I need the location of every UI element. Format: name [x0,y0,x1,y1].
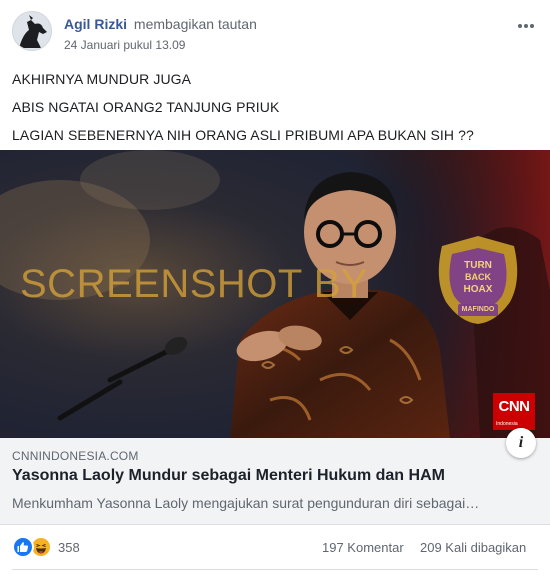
facebook-post: Agil Rizki membagikan tautan 24 Januari … [0,0,550,576]
info-icon: i [518,434,524,451]
like-icon [12,536,34,558]
more-options-button[interactable] [514,14,538,38]
post-header: Agil Rizki membagikan tautan 24 Januari … [0,0,550,62]
post-timestamp[interactable]: 24 Januari pukul 13.09 [64,38,185,52]
link-preview-card[interactable]: i CNNINDONESIA.COM Yasonna Laoly Mundur … [0,428,550,525]
author-name[interactable]: Agil Rizki [64,16,127,32]
reactions-bar: 358 197 Komentar 209 Kali dibagikan [0,532,550,564]
post-message-line: AKHIRNYA MUNDUR JUGA [12,71,192,87]
badge-top-text: TURN [464,260,492,271]
cnn-logo-text: CNN [498,398,531,415]
badge-middle-text: BACK [465,272,491,282]
post-message-line: ABIS NGATAI ORANG2 TANJUNG PRIUK [12,99,280,115]
avatar[interactable] [12,11,52,51]
reaction-icons[interactable] [12,536,58,558]
more-horizontal-icon [518,24,534,28]
cnn-logo-subtext: Indonesia [496,421,518,427]
author-action: membagikan tautan [133,16,257,32]
badge-bottom-text: HOAX [463,284,493,295]
post-message-line: LAGIAN SEBENERNYA NIH ORANG ASLI PRIBUMI… [12,127,474,143]
link-preview-image[interactable]: SCREENSHOT BY TURN BACK HOAX MAFINDO CNN… [0,150,550,438]
share-count[interactable]: 209 Kali dibagikan [420,540,526,555]
badge-brand-text: MAFINDO [461,306,495,313]
avatar-horse-image [13,12,51,50]
info-button[interactable]: i [506,428,536,458]
post-message: AKHIRNYA MUNDUR JUGA ABIS NGATAI ORANG2 … [12,66,538,150]
comment-count[interactable]: 197 Komentar [322,540,404,555]
footer-divider [12,569,538,570]
author-line: Agil Rizki membagikan tautan [64,16,257,32]
link-domain: CNNINDONESIA.COM [12,449,139,463]
reaction-count[interactable]: 358 [58,540,80,555]
screenshot-watermark: SCREENSHOT BY [20,262,369,306]
link-title[interactable]: Yasonna Laoly Mundur sebagai Menteri Huk… [12,467,445,485]
link-description: Menkumham Yasonna Laoly mengajukan surat… [12,495,480,511]
turnbackhoax-badge: TURN BACK HOAX MAFINDO [432,234,524,326]
